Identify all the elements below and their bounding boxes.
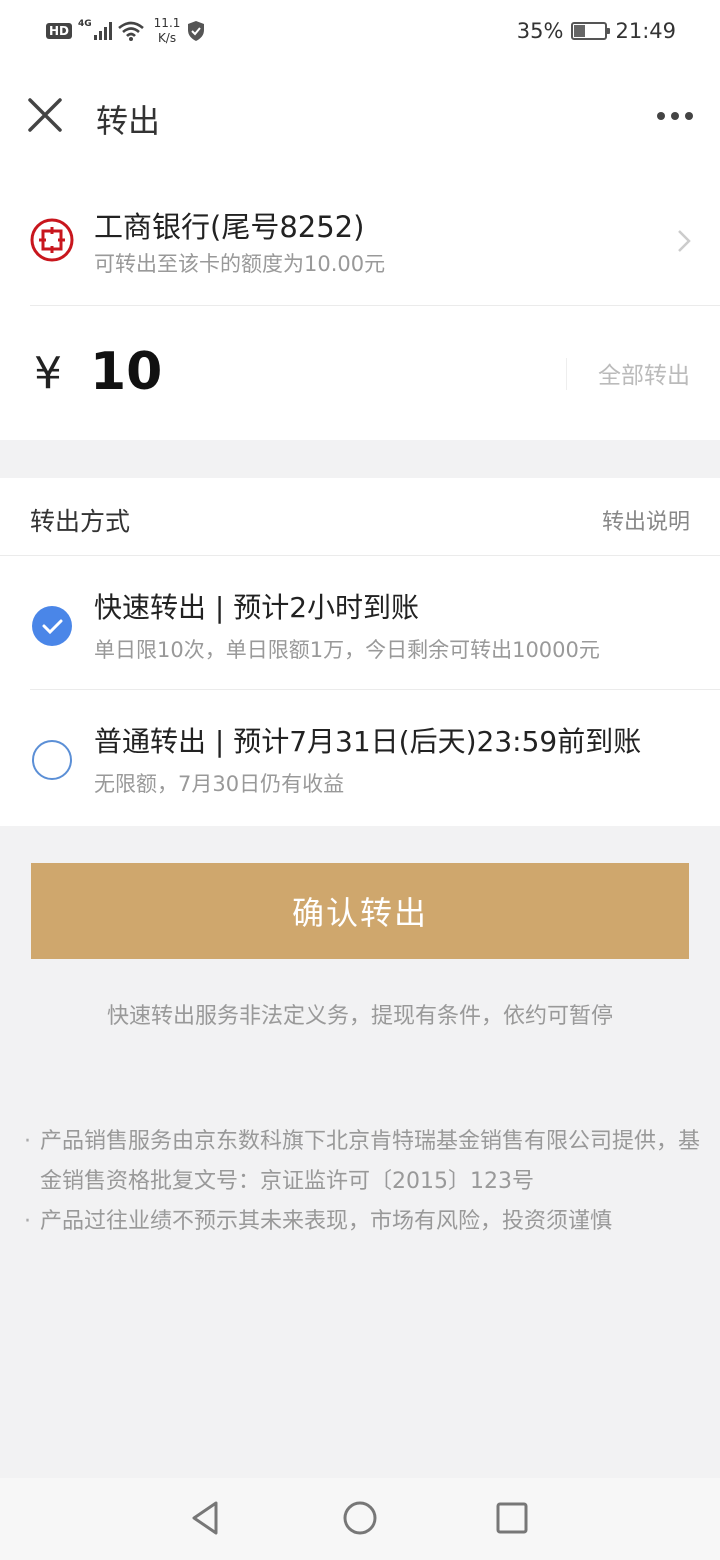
network-type: 4G <box>78 19 92 29</box>
system-nav-bar <box>0 1478 720 1560</box>
option-title: 普通转出 | 预计7月31日(后天)23:59前到账 <box>94 725 642 758</box>
shield-icon <box>188 21 205 41</box>
bank-card-selector[interactable]: 工商银行(尾号8252) 可转出至该卡的额度为10.00元 <box>0 172 720 306</box>
clock: 21:49 <box>615 19 676 43</box>
signal-icon <box>93 22 112 40</box>
amount-row: ¥ 10 全部转出 <box>0 306 720 440</box>
more-icon[interactable] <box>650 98 700 134</box>
confirm-transfer-button[interactable]: 确认转出 <box>31 863 689 959</box>
currency-symbol: ¥ <box>34 348 62 399</box>
disclaimer-item: 产品销售服务由京东数科旗下北京肯特瑞基金销售有限公司提供，基金销售资格批复文号：… <box>24 1122 704 1202</box>
withdraw-all-button[interactable]: 全部转出 <box>598 356 690 390</box>
hd-badge: HD <box>46 23 73 39</box>
back-icon[interactable] <box>186 1498 226 1538</box>
transfer-method-section: 转出方式 转出说明 快速转出 | 预计2小时到账 单日限10次，单日限额1万，今… <box>0 478 720 826</box>
bank-name: 工商银行(尾号8252) <box>94 210 365 244</box>
bank-limit-text: 可转出至该卡的额度为10.00元 <box>94 252 386 276</box>
checked-radio-icon[interactable] <box>32 606 72 646</box>
option-normal-transfer[interactable]: 普通转出 | 预计7月31日(后天)23:59前到账 无限额，7月30日仍有收益 <box>0 690 720 824</box>
disclaimer-item: 产品过往业绩不预示其未来表现，市场有风险，投资须谨慎 <box>24 1202 704 1242</box>
option-fast-transfer[interactable]: 快速转出 | 预计2小时到账 单日限10次，单日限额1万，今日剩余可转出1000… <box>0 556 720 690</box>
status-right: 35% 21:49 <box>517 14 676 48</box>
transfer-out-page: HD 4G 11.1 K/s 35% 21:49 转出 工商银行(尾号8252)… <box>0 0 720 1560</box>
divider <box>566 358 567 390</box>
network-speed: 11.1 K/s <box>154 16 181 46</box>
page-title: 转出 <box>96 102 161 140</box>
home-icon[interactable] <box>340 1498 380 1538</box>
status-bar: HD 4G 11.1 K/s 35% 21:49 <box>0 0 720 62</box>
recent-apps-icon[interactable] <box>492 1498 532 1538</box>
option-subtitle: 无限额，7月30日仍有收益 <box>94 772 345 796</box>
method-help-link[interactable]: 转出说明 <box>602 504 690 536</box>
wifi-icon <box>117 21 144 41</box>
close-icon[interactable] <box>22 92 68 138</box>
speed-unit: K/s <box>157 31 177 45</box>
battery-percent: 35% <box>516 19 564 43</box>
speed-value: 11.1 <box>153 16 181 30</box>
disclaimer: 产品销售服务由京东数科旗下北京肯特瑞基金销售有限公司提供，基金销售资格批复文号：… <box>24 1122 704 1242</box>
battery-icon <box>571 22 611 40</box>
top-nav: 转出 <box>0 62 720 172</box>
amount-input[interactable]: 10 <box>90 342 162 402</box>
icbc-logo-icon <box>30 218 74 262</box>
status-left: HD 4G 11.1 K/s <box>46 14 206 48</box>
confirm-note: 快速转出服务非法定义务，提现有条件，依约可暂停 <box>106 1004 613 1029</box>
method-title: 转出方式 <box>30 507 131 536</box>
option-title: 快速转出 | 预计2小时到账 <box>94 591 420 624</box>
chevron-right-icon <box>678 230 691 252</box>
unchecked-radio-icon[interactable] <box>32 740 72 780</box>
option-subtitle: 单日限10次，单日限额1万，今日剩余可转出10000元 <box>94 638 600 662</box>
